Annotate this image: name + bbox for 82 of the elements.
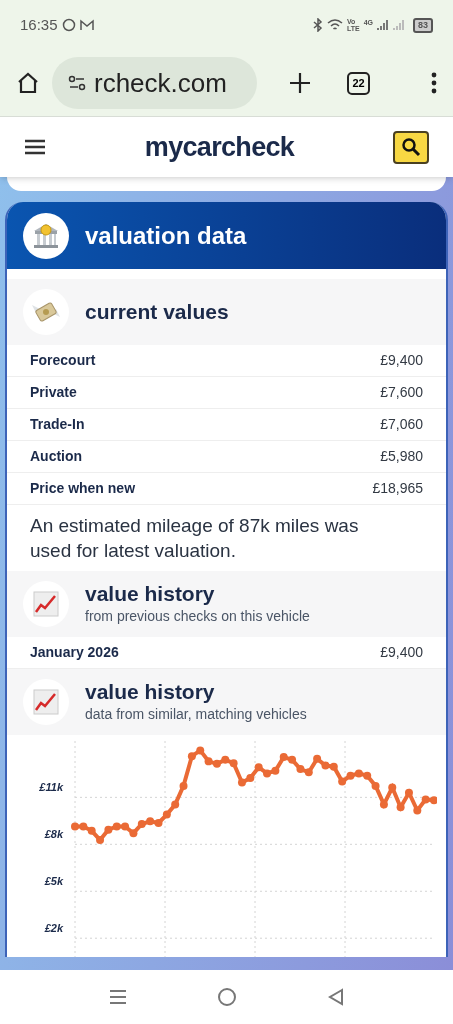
row-value: £18,965 <box>372 479 423 498</box>
marker <box>204 757 213 766</box>
clock: 16:35 <box>20 14 58 35</box>
marker <box>187 752 196 761</box>
mail-icon <box>79 19 94 31</box>
address-bar[interactable]: rcheck.com <box>52 57 257 109</box>
menu-icon[interactable] <box>24 139 46 155</box>
marker <box>137 819 146 828</box>
new-tab-icon[interactable] <box>289 72 311 94</box>
marker <box>396 803 405 812</box>
marker <box>413 806 422 815</box>
row-label: Price when new <box>30 479 136 498</box>
marker <box>196 746 205 755</box>
axis-label: £11k <box>39 781 63 794</box>
marker <box>254 763 263 772</box>
marker <box>87 826 96 835</box>
marker <box>279 753 288 762</box>
wifi-icon <box>326 19 343 31</box>
recent-apps-icon[interactable] <box>109 989 128 1005</box>
row-value: £9,400 <box>380 351 423 370</box>
row-label: January 2026 <box>30 643 119 662</box>
marker <box>246 774 255 783</box>
home-button-icon[interactable] <box>217 987 238 1007</box>
card-title: valuation data <box>85 220 247 251</box>
marker <box>171 800 180 809</box>
marker <box>321 761 330 770</box>
row-value: £5,980 <box>380 447 423 466</box>
row-label: Auction <box>30 447 83 466</box>
marker <box>162 810 171 819</box>
marker <box>304 768 313 777</box>
search-button[interactable] <box>393 130 429 164</box>
row-label: Trade-In <box>30 415 85 434</box>
axis-label: £2k <box>44 922 63 935</box>
battery-indicator: 83 <box>413 17 433 33</box>
chart-increasing-icon <box>33 689 59 715</box>
more-options-icon[interactable] <box>431 72 437 94</box>
section-title: value history <box>85 581 216 606</box>
marker <box>146 817 155 826</box>
marker <box>379 800 388 809</box>
marker <box>271 766 280 775</box>
marker <box>404 788 413 797</box>
marker <box>129 829 138 838</box>
marker <box>288 755 297 764</box>
section-title: value history <box>85 679 216 704</box>
marker <box>338 777 347 786</box>
axis-label: £8k <box>44 828 63 841</box>
row-value: £9,400 <box>380 643 423 662</box>
url-text: rcheck.com <box>94 66 227 100</box>
marker <box>212 759 221 768</box>
marker <box>179 781 188 790</box>
marker <box>354 769 363 778</box>
marker <box>371 781 380 790</box>
signal-icon <box>377 19 389 31</box>
site-settings-icon[interactable] <box>68 75 86 91</box>
row-value: £7,060 <box>380 415 423 434</box>
marker <box>329 762 338 771</box>
search-icon <box>401 137 421 157</box>
back-icon[interactable] <box>327 988 344 1006</box>
tab-count[interactable]: 22 <box>347 71 370 95</box>
marker <box>96 835 105 844</box>
signal-icon <box>393 19 405 31</box>
section-subtitle: data from similar, matching vehicles <box>85 704 307 724</box>
marker <box>79 822 88 831</box>
axis-label: £5k <box>44 875 63 888</box>
marker <box>313 754 322 763</box>
row-label: Private <box>30 383 77 402</box>
home-icon[interactable] <box>16 71 40 95</box>
marker <box>388 783 397 792</box>
marker <box>346 771 355 780</box>
marker <box>221 755 230 764</box>
marker <box>112 822 121 831</box>
marker <box>229 759 238 768</box>
marker <box>421 795 430 804</box>
marker <box>121 822 130 831</box>
marker <box>363 771 372 780</box>
row-label: Forecourt <box>30 351 96 370</box>
row-value: £7,600 <box>380 383 423 402</box>
chart-increasing-icon <box>33 591 59 617</box>
marker <box>104 825 113 834</box>
section-subtitle: from previous checks on this vehicle <box>85 606 310 626</box>
bluetooth-icon <box>312 18 323 32</box>
section-title: current values <box>85 300 229 324</box>
